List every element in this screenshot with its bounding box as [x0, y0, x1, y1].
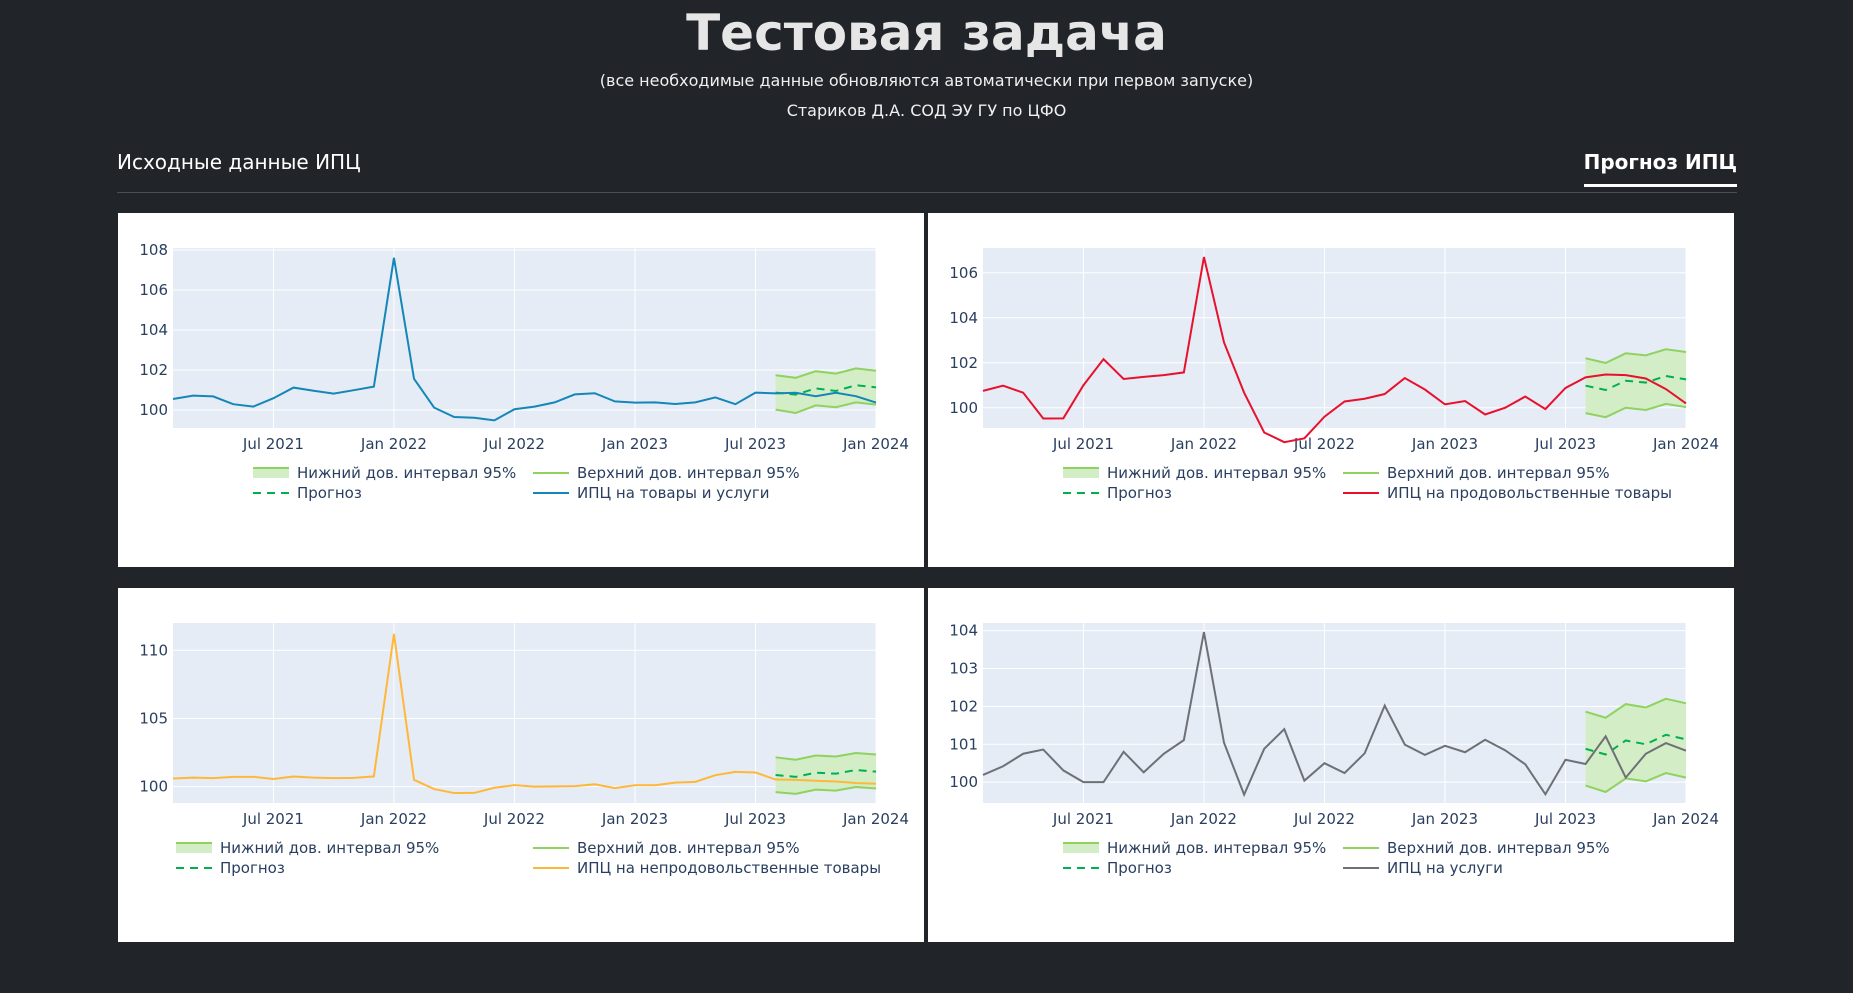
x-tick-label: Jan 2024 [1652, 810, 1719, 828]
legend-item-lower[interactable]: Нижний дов. интервал 95% [253, 464, 516, 482]
legend-item-lower[interactable]: Нижний дов. интервал 95% [176, 839, 439, 857]
legend-item-upper[interactable]: Верхний дов. интервал 95% [533, 464, 800, 482]
x-tick-label: Jan 2024 [842, 810, 909, 828]
x-tick-label: Jan 2023 [601, 435, 668, 453]
legend-label: Верхний дов. интервал 95% [1387, 839, 1610, 857]
y-tick-label: 102 [949, 354, 978, 372]
legend-swatch [253, 468, 289, 478]
y-tick-label: 100 [139, 778, 168, 796]
legend-item-series[interactable]: ИПЦ на продовольственные товары [1343, 484, 1672, 502]
tab-forecast[interactable]: Прогноз ИПЦ [1583, 150, 1737, 187]
x-tick-label: Jan 2022 [1170, 810, 1237, 828]
y-tick-label: 106 [949, 264, 978, 282]
page-subtitle: (все необходимые данные обновляются авто… [599, 71, 1254, 90]
legend-item-upper[interactable]: Верхний дов. интервал 95% [533, 839, 800, 857]
chart-food-cpi: Jul 2021 Jan 2022 Jul 2022 Jan 2023 Jul 2023… [949, 248, 1719, 502]
x-tick-label: Jul 2022 [1293, 435, 1355, 453]
plot-area [983, 248, 1686, 428]
legend-label: Прогноз [1107, 484, 1172, 502]
legend-swatch [176, 843, 212, 853]
legend-label: Прогноз [297, 484, 362, 502]
legend-item-forecast[interactable]: Прогноз [253, 484, 362, 502]
x-tick-label: Jul 2023 [1534, 435, 1596, 453]
y-tick-label: 104 [139, 321, 168, 339]
legend-label: Прогноз [220, 859, 285, 877]
tab-source-data[interactable]: Исходные данные ИПЦ [117, 150, 361, 184]
plot-area [173, 248, 876, 428]
legend-label: Верхний дов. интервал 95% [1387, 464, 1610, 482]
y-tick-label: 100 [949, 399, 978, 417]
page-title: Тестовая задача [686, 4, 1167, 62]
legend-label: ИПЦ на услуги [1387, 859, 1503, 877]
x-tick-label: Jul 2022 [483, 435, 545, 453]
legend-label: ИПЦ на непродовольственные товары [577, 859, 881, 877]
legend-item-series[interactable]: ИПЦ на непродовольственные товары [533, 859, 881, 877]
x-tick-label: Jan 2022 [1170, 435, 1237, 453]
legend-item-lower[interactable]: Нижний дов. интервал 95% [1063, 464, 1326, 482]
y-tick-label: 105 [139, 709, 168, 727]
legend-item-forecast[interactable]: Прогноз [176, 859, 285, 877]
y-tick-label: 100 [139, 401, 168, 419]
y-tick-label: 104 [949, 622, 978, 640]
legend-label: Нижний дов. интервал 95% [1107, 839, 1326, 857]
legend-item-forecast[interactable]: Прогноз [1063, 484, 1172, 502]
legend-label: ИПЦ на товары и услуги [577, 484, 770, 502]
x-tick-label: Jul 2021 [1052, 810, 1114, 828]
legend-item-upper[interactable]: Верхний дов. интервал 95% [1343, 464, 1610, 482]
x-tick-label: Jul 2021 [242, 435, 304, 453]
legend-swatch [1063, 843, 1099, 853]
y-tick-label: 110 [139, 641, 168, 659]
legend-label: Нижний дов. интервал 95% [297, 464, 516, 482]
y-tick-label: 106 [139, 281, 168, 299]
author-line: Стариков Д.А. СОД ЭУ ГУ по ЦФО [786, 101, 1067, 120]
y-tick-label: 102 [949, 697, 978, 715]
legend-label: Верхний дов. интервал 95% [577, 464, 800, 482]
legend-label: Верхний дов. интервал 95% [577, 839, 800, 857]
x-tick-label: Jan 2024 [842, 435, 909, 453]
x-tick-label: Jul 2023 [1534, 810, 1596, 828]
legend-item-forecast[interactable]: Прогноз [1063, 859, 1172, 877]
chart-panel-food: Jul 2021 Jan 2022 Jul 2022 Jan 2023 Jul 2023… [928, 213, 1734, 567]
chart-total-cpi: Jul 2021 Jan 2022 Jul 2022 Jan 2023 Jul 2023… [139, 241, 909, 502]
y-tick-label: 101 [949, 735, 978, 753]
chart-services-cpi: Jul 2021 Jan 2022 Jul 2022 Jan 2023 Jul 2023… [949, 622, 1719, 877]
x-tick-label: Jan 2023 [601, 810, 668, 828]
legend-item-upper[interactable]: Верхний дов. интервал 95% [1343, 839, 1610, 857]
chart-panel-total: Jul 2021 Jan 2022 Jul 2022 Jan 2023 Jul 2023… [118, 213, 924, 567]
y-tick-label: 103 [949, 659, 978, 677]
y-tick-label: 108 [139, 241, 168, 259]
plot-area [983, 623, 1686, 803]
legend-label: ИПЦ на продовольственные товары [1387, 484, 1672, 502]
x-tick-label: Jan 2024 [1652, 435, 1719, 453]
chart-panel-services: Jul 2021 Jan 2022 Jul 2022 Jan 2023 Jul 2023… [928, 588, 1734, 942]
legend-label: Нижний дов. интервал 95% [1107, 464, 1326, 482]
y-tick-label: 104 [949, 309, 978, 327]
legend-label: Прогноз [1107, 859, 1172, 877]
legend-item-lower[interactable]: Нижний дов. интервал 95% [1063, 839, 1326, 857]
x-tick-label: Jan 2023 [1411, 435, 1478, 453]
tab-bar: Исходные данные ИПЦ Прогноз ИПЦ [117, 140, 1737, 193]
legend-swatch [1063, 468, 1099, 478]
y-tick-label: 102 [139, 361, 168, 379]
legend-label: Нижний дов. интервал 95% [220, 839, 439, 857]
x-tick-label: Jul 2022 [1293, 810, 1355, 828]
x-tick-label: Jul 2021 [242, 810, 304, 828]
chart-panel-nonfood: Jul 2021 Jan 2022 Jul 2022 Jan 2023 Jul 2023… [118, 588, 924, 942]
x-tick-label: Jul 2023 [724, 810, 786, 828]
x-tick-label: Jan 2022 [360, 435, 427, 453]
x-tick-label: Jan 2022 [360, 810, 427, 828]
chart-nonfood-cpi: Jul 2021 Jan 2022 Jul 2022 Jan 2023 Jul 2023… [139, 623, 909, 877]
legend-item-series[interactable]: ИПЦ на услуги [1343, 859, 1503, 877]
y-tick-label: 100 [949, 773, 978, 791]
x-tick-label: Jan 2023 [1411, 810, 1478, 828]
x-tick-label: Jul 2022 [483, 810, 545, 828]
legend-item-series[interactable]: ИПЦ на товары и услуги [533, 484, 770, 502]
x-tick-label: Jul 2021 [1052, 435, 1114, 453]
x-tick-label: Jul 2023 [724, 435, 786, 453]
